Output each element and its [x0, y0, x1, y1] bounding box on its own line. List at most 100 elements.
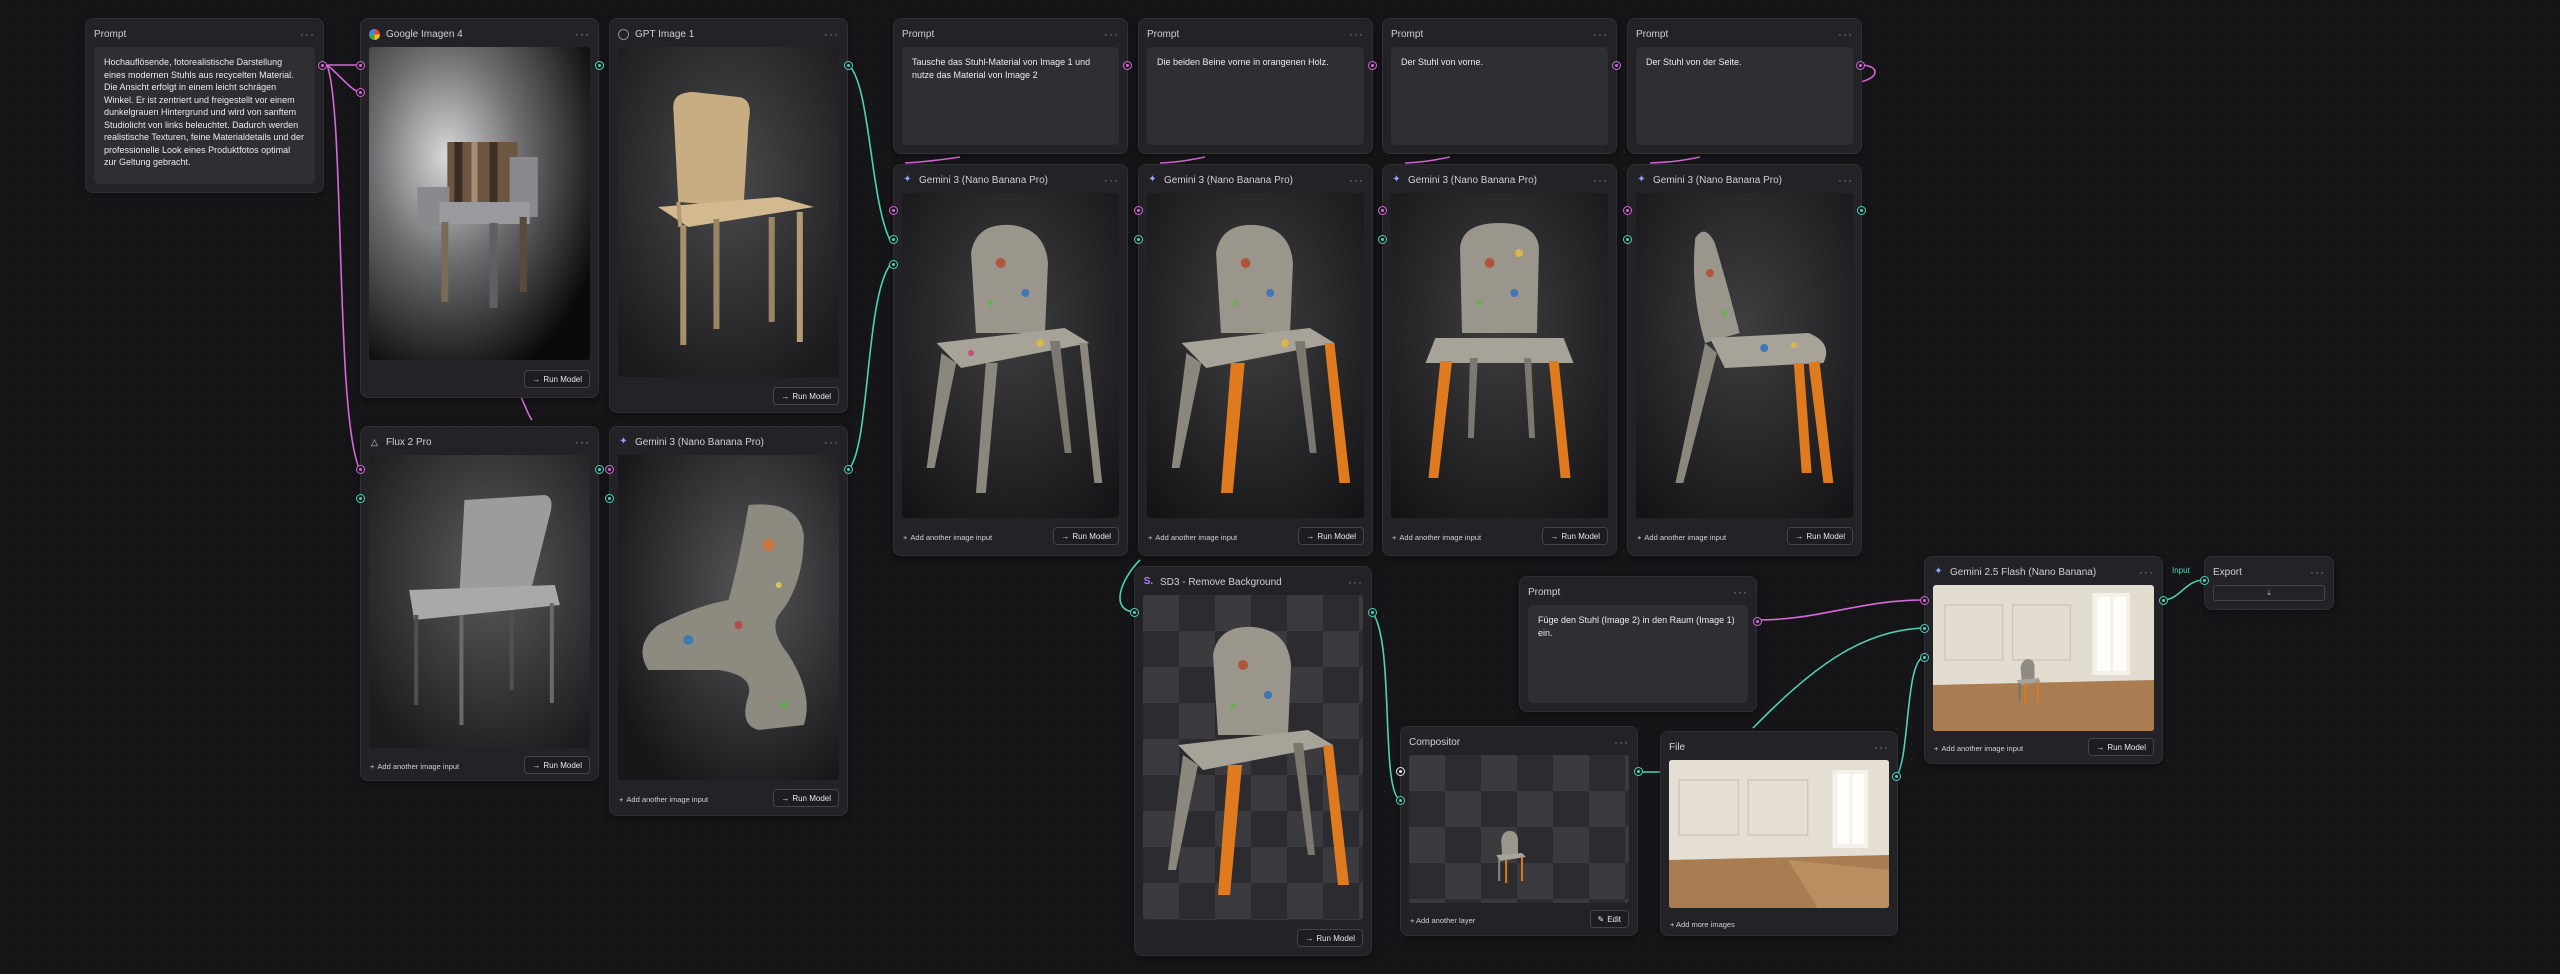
run-model-button[interactable]: → Run Model	[773, 387, 839, 405]
node-menu-icon[interactable]: ···	[2139, 565, 2154, 579]
run-model-button[interactable]: → Run Model	[1542, 527, 1608, 545]
add-images-button[interactable]: + Add more images	[1670, 916, 1735, 932]
prompt-output-port[interactable]	[1753, 617, 1762, 626]
add-image-input-button[interactable]: + Add another image input	[370, 758, 459, 774]
gemini-node-3[interactable]: ✦ Gemini 3 (Nano Banana Pro) ··· + Add an…	[1382, 164, 1617, 556]
node-menu-icon[interactable]: ···	[1593, 27, 1608, 41]
image-input-port[interactable]	[1920, 624, 1929, 633]
image-input-port[interactable]	[1134, 235, 1143, 244]
prompt-node-4[interactable]: Prompt ··· Der Stuhl von der Seite.	[1627, 18, 1862, 154]
gemini-node-bottom[interactable]: ✦ Gemini 3 (Nano Banana Pro) ··· + Add an…	[609, 426, 848, 816]
image-output-port[interactable]	[844, 61, 853, 70]
node-menu-icon[interactable]: ···	[1348, 575, 1363, 589]
run-model-button[interactable]: → Run Model	[1297, 929, 1363, 947]
run-model-button[interactable]: → Run Model	[2088, 738, 2154, 756]
download-button[interactable]: ⤓	[2213, 585, 2325, 601]
gpt-image-node[interactable]: GPT Image 1 ··· → Run Model	[609, 18, 848, 413]
prompt-input-port[interactable]	[1378, 206, 1387, 215]
add-image-input-button[interactable]: + Add another image input	[1934, 740, 2023, 756]
file-node[interactable]: File ··· + Add more images	[1660, 731, 1898, 936]
image-input-port[interactable]	[889, 235, 898, 244]
prompt-input-port[interactable]	[1134, 206, 1143, 215]
node-menu-icon[interactable]: ···	[1838, 173, 1853, 187]
run-model-button[interactable]: → Run Model	[773, 789, 839, 807]
image-output-port[interactable]	[1892, 772, 1901, 781]
node-menu-icon[interactable]: ···	[824, 435, 839, 449]
image-output-port[interactable]	[1857, 206, 1866, 215]
prompt-node-room[interactable]: Prompt ··· Füge den Stuhl (Image 2) in d…	[1519, 576, 1757, 712]
node-menu-icon[interactable]: ···	[1614, 735, 1629, 749]
prompt-node-2[interactable]: Prompt ··· Die beiden Beine vorne in ora…	[1138, 18, 1373, 154]
prompt-output-port[interactable]	[1123, 61, 1132, 70]
run-model-button[interactable]: → Run Model	[524, 756, 590, 774]
node-menu-icon[interactable]: ···	[1104, 173, 1119, 187]
add-image-input-button[interactable]: + Add another image input	[619, 791, 708, 807]
export-node[interactable]: Export ··· ⤓	[2204, 556, 2334, 610]
node-menu-icon[interactable]: ···	[300, 27, 315, 41]
add-image-input-button[interactable]: + Add another image input	[1637, 529, 1726, 545]
prompt-text[interactable]: Füge den Stuhl (Image 2) in den Raum (Im…	[1528, 605, 1748, 703]
sd3-remove-bg-node[interactable]: S. SD3 - Remove Background ··· → Run Mode…	[1134, 566, 1372, 956]
node-menu-icon[interactable]: ···	[575, 435, 590, 449]
prompt-output-port[interactable]	[1856, 61, 1865, 70]
prompt-output-port[interactable]	[1368, 61, 1377, 70]
add-layer-button[interactable]: + Add another layer	[1410, 912, 1475, 928]
add-image-input-button[interactable]: + Add another image input	[1392, 529, 1481, 545]
prompt-text[interactable]: Hochauflösende, fotorealistische Darstel…	[94, 47, 315, 184]
node-menu-icon[interactable]: ···	[824, 27, 839, 41]
add-image-input-button[interactable]: + Add another image input	[1148, 529, 1237, 545]
prompt-text[interactable]: Die beiden Beine vorne in orangenen Holz…	[1147, 47, 1364, 145]
prompt-node-3[interactable]: Prompt ··· Der Stuhl von vorne.	[1382, 18, 1617, 154]
run-model-button[interactable]: → Run Model	[1053, 527, 1119, 545]
edit-button[interactable]: ✎ Edit	[1589, 910, 1629, 928]
flux-node[interactable]: △ Flux 2 Pro ··· + Add another image inpu…	[360, 426, 599, 781]
gemini-node-1[interactable]: ✦ Gemini 3 (Nano Banana Pro) ··· + Add an…	[893, 164, 1128, 556]
prompt-input-port[interactable]	[1623, 206, 1632, 215]
image-input-port[interactable]	[1396, 796, 1405, 805]
gemini-flash-node[interactable]: ✦ Gemini 2.5 Flash (Nano Banana) ··· + Ad…	[1924, 556, 2163, 764]
image-output-port[interactable]	[595, 465, 604, 474]
gemini-node-2[interactable]: ✦ Gemini 3 (Nano Banana Pro) ··· + Add an…	[1138, 164, 1373, 556]
image-input-port[interactable]	[1378, 235, 1387, 244]
layer-input-port[interactable]	[1396, 767, 1405, 776]
node-menu-icon[interactable]: ···	[1349, 27, 1364, 41]
run-model-button[interactable]: → Run Model	[524, 370, 590, 388]
node-menu-icon[interactable]: ···	[1104, 27, 1119, 41]
image-output-port[interactable]	[595, 61, 604, 70]
node-menu-icon[interactable]: ···	[2310, 565, 2325, 579]
prompt-node-1[interactable]: Prompt ··· Tausche das Stuhl-Material vo…	[893, 18, 1128, 154]
node-menu-icon[interactable]: ···	[575, 27, 590, 41]
run-model-button[interactable]: → Run Model	[1298, 527, 1364, 545]
image-input-port[interactable]	[1623, 235, 1632, 244]
prompt-input-port[interactable]	[889, 206, 898, 215]
prompt-output-port[interactable]	[318, 61, 327, 70]
prompt-input-port[interactable]	[1920, 596, 1929, 605]
prompt-input-port[interactable]	[605, 465, 614, 474]
add-image-input-button[interactable]: + Add another image input	[903, 529, 992, 545]
node-menu-icon[interactable]: ···	[1733, 585, 1748, 599]
node-menu-icon[interactable]: ···	[1349, 173, 1364, 187]
prompt-output-port[interactable]	[1612, 61, 1621, 70]
node-menu-icon[interactable]: ···	[1838, 27, 1853, 41]
image-output-port[interactable]	[844, 465, 853, 474]
image-input-port[interactable]	[356, 494, 365, 503]
image-input-port[interactable]	[889, 260, 898, 269]
prompt-input-port[interactable]	[356, 88, 365, 97]
run-model-button[interactable]: → Run Model	[1787, 527, 1853, 545]
export-input-port[interactable]	[2200, 576, 2209, 585]
node-menu-icon[interactable]: ···	[1874, 740, 1889, 754]
prompt-input-port[interactable]	[356, 465, 365, 474]
imagen-node[interactable]: Google Imagen 4 ··· → Run Model	[360, 18, 599, 398]
compositor-node[interactable]: Compositor ··· + Add another layer ✎ Edit	[1400, 726, 1638, 936]
image-output-port[interactable]	[2159, 596, 2168, 605]
gemini-node-4[interactable]: ✦ Gemini 3 (Nano Banana Pro) ··· + Add an…	[1627, 164, 1862, 556]
image-output-port[interactable]	[1368, 608, 1377, 617]
image-input-port[interactable]	[1920, 653, 1929, 662]
prompt-text[interactable]: Tausche das Stuhl-Material von Image 1 u…	[902, 47, 1119, 145]
image-input-port[interactable]	[605, 494, 614, 503]
image-input-port[interactable]	[1130, 608, 1139, 617]
node-menu-icon[interactable]: ···	[1593, 173, 1608, 187]
prompt-text[interactable]: Der Stuhl von der Seite.	[1636, 47, 1853, 145]
image-output-port[interactable]	[1634, 767, 1643, 776]
prompt-text[interactable]: Der Stuhl von vorne.	[1391, 47, 1608, 145]
